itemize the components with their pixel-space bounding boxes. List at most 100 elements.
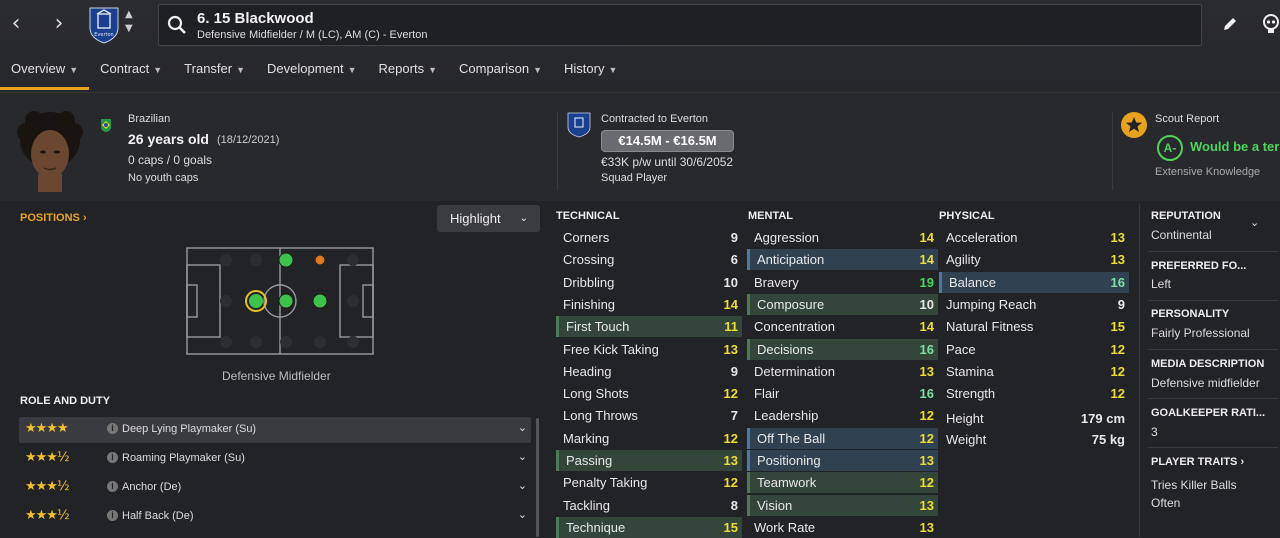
star-icon: [1126, 117, 1142, 132]
chevron-down-icon: ▼: [608, 65, 618, 75]
attribute-row[interactable]: Concentration 14: [747, 316, 938, 337]
chevron-down-icon[interactable]: ⌄: [518, 421, 527, 434]
separator: [1148, 251, 1278, 252]
attribute-row[interactable]: Anticipation 14: [747, 249, 938, 271]
tab-bar: Overview ▼ Contract ▼ Transfer ▼ Developmen…: [0, 58, 628, 90]
attribute-row[interactable]: Long Throws 7: [556, 405, 742, 426]
player-switch-arrows[interactable]: ▲ ▼: [125, 8, 133, 36]
highlight-dropdown[interactable]: Highlight ⌄: [437, 205, 540, 232]
tab-development[interactable]: Development ▼: [256, 58, 368, 90]
attribute-value: 14: [723, 296, 738, 312]
attribute-row[interactable]: Weight 75 kg: [939, 429, 1129, 450]
chevron-up-icon[interactable]: ▲: [125, 8, 133, 22]
attribute-row[interactable]: Decisions 16: [747, 338, 938, 360]
chevron-down-icon[interactable]: ▼: [125, 22, 133, 36]
attribute-row[interactable]: Composure 10: [747, 293, 938, 315]
attribute-value: 12: [919, 430, 934, 446]
attribute-value: 13: [919, 363, 934, 379]
attribute-row[interactable]: Positioning 13: [747, 450, 938, 471]
attribute-row[interactable]: Jumping Reach 9: [939, 294, 1129, 315]
attribute-row[interactable]: Determination 13: [747, 361, 938, 382]
attribute-name: Free Kick Taking: [563, 341, 659, 357]
attribute-row[interactable]: Teamwork 12: [747, 472, 938, 494]
info-icon[interactable]: i: [107, 423, 118, 434]
attribute-name: Pace: [946, 341, 976, 357]
search-icon[interactable]: [167, 15, 187, 35]
attribute-row[interactable]: Tackling 8: [556, 495, 742, 516]
wage-contract: €33K p/w until 30/6/2052: [601, 155, 734, 169]
separator: [1148, 447, 1278, 448]
attribute-row[interactable]: Marking 12: [556, 428, 742, 449]
transfer-value-badge[interactable]: €14.5M - €16.5M: [601, 130, 734, 152]
tab-comparison[interactable]: Comparison ▼: [448, 58, 553, 90]
attribute-row[interactable]: Balance 16: [939, 271, 1129, 293]
attribute-row[interactable]: Penalty Taking 12: [556, 472, 742, 493]
role-row[interactable]: ★★★½ i Anchor (De) ⌄: [19, 475, 531, 501]
attribute-row[interactable]: Long Shots 12: [556, 383, 742, 404]
attribute-row[interactable]: Leadership 12: [747, 405, 938, 426]
role-row[interactable]: ★★★½ i Half Back (De) ⌄: [19, 504, 531, 530]
attribute-row[interactable]: Dribbling 10: [556, 272, 742, 293]
attribute-name: Marking: [563, 430, 610, 446]
role-row[interactable]: ★★★★ i Deep Lying Playmaker (Su) ⌄: [19, 417, 531, 443]
position-pitch-diagram[interactable]: [186, 247, 374, 355]
chevron-down-icon[interactable]: ⌄: [518, 479, 527, 492]
attribute-row[interactable]: Natural Fitness 15: [939, 316, 1129, 337]
positions-link[interactable]: POSITIONS ›: [20, 212, 87, 224]
attribute-row[interactable]: Agility 13: [939, 249, 1129, 270]
attribute-row[interactable]: Free Kick Taking 13: [556, 339, 742, 360]
attribute-row[interactable]: Off The Ball 12: [747, 427, 938, 449]
player-traits-link[interactable]: PLAYER TRAITS ›: [1151, 456, 1244, 468]
attribute-row[interactable]: Height 179 cm: [939, 408, 1129, 429]
tab-label: Development: [267, 61, 344, 76]
attribute-row[interactable]: Acceleration 13: [939, 227, 1129, 248]
attribute-row[interactable]: Corners 9: [556, 227, 742, 248]
goalkeeper-rating-value: 3: [1151, 425, 1158, 439]
tab-transfer[interactable]: Transfer ▼: [173, 58, 256, 90]
attribute-value: 13: [919, 497, 934, 513]
info-icon[interactable]: i: [107, 452, 118, 463]
tab-reports[interactable]: Reports ▼: [368, 58, 448, 90]
role-row[interactable]: ★★★½ i Roaming Playmaker (Su) ⌄: [19, 446, 531, 472]
attribute-row[interactable]: First Touch 11: [556, 316, 742, 338]
attribute-row[interactable]: Stamina 12: [939, 361, 1129, 382]
roles-scrollbar[interactable]: [536, 418, 539, 537]
attribute-row[interactable]: Pace 12: [939, 339, 1129, 360]
attribute-row[interactable]: Work Rate 13: [747, 517, 938, 538]
attribute-value: 6: [730, 252, 738, 268]
scout-knowledge: Extensive Knowledge: [1155, 166, 1261, 178]
attribute-name: Finishing: [563, 296, 616, 312]
attribute-row[interactable]: Finishing 14: [556, 294, 742, 315]
back-arrow-icon[interactable]: ‹: [5, 10, 27, 38]
scout-verdict: Would be a terr: [1190, 139, 1280, 154]
tab-contract[interactable]: Contract ▼: [89, 58, 173, 90]
info-icon[interactable]: i: [107, 481, 118, 492]
attribute-name: Vision: [757, 497, 793, 513]
info-icon[interactable]: i: [107, 510, 118, 521]
chevron-down-icon[interactable]: ⌄: [518, 450, 527, 463]
attribute-row[interactable]: Flair 16: [747, 383, 938, 404]
attribute-row[interactable]: Passing 13: [556, 450, 742, 471]
technical-title: TECHNICAL: [556, 210, 620, 222]
forward-arrow-icon[interactable]: ›: [48, 10, 70, 38]
skull-icon[interactable]: [1262, 14, 1280, 34]
attribute-value: 13: [1110, 252, 1125, 268]
attribute-name: Tackling: [563, 497, 610, 513]
attribute-row[interactable]: Vision 13: [747, 494, 938, 516]
chevron-down-icon[interactable]: ⌄: [1250, 216, 1259, 229]
attribute-row[interactable]: Crossing 6: [556, 249, 742, 270]
attribute-row[interactable]: Heading 9: [556, 361, 742, 382]
attribute-name: Natural Fitness: [946, 319, 1034, 335]
tab-overview[interactable]: Overview ▼: [0, 58, 90, 90]
edit-pencil-icon[interactable]: [1222, 16, 1238, 32]
chevron-down-icon[interactable]: ⌄: [518, 508, 527, 521]
attribute-row[interactable]: Strength 12: [939, 383, 1129, 404]
attribute-row[interactable]: Technique 15: [556, 516, 742, 538]
attribute-row[interactable]: Bravery 19: [747, 272, 938, 293]
player-search-box[interactable]: 6. 15 Blackwood Defensive Midfielder / M…: [158, 4, 1202, 46]
tab-history[interactable]: History ▼: [553, 58, 628, 90]
chevron-down-icon: ▼: [69, 65, 79, 75]
player-avatar[interactable]: [14, 110, 86, 192]
club-crest-icon[interactable]: Everton: [88, 6, 120, 44]
attribute-row[interactable]: Aggression 14: [747, 227, 938, 248]
